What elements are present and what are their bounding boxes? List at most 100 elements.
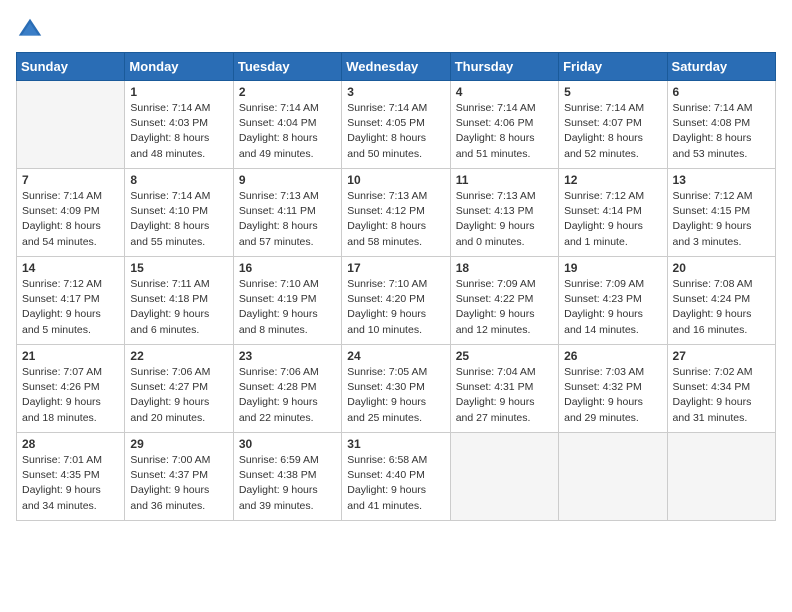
day-info-line: Sunset: 4:04 PM <box>239 116 336 131</box>
day-info: Sunrise: 7:10 AMSunset: 4:20 PMDaylight:… <box>347 277 444 338</box>
day-info-line: Sunrise: 7:10 AM <box>239 277 336 292</box>
day-info-line: Sunrise: 7:06 AM <box>130 365 227 380</box>
day-info-line: Sunset: 4:35 PM <box>22 468 119 483</box>
week-row-5: 28Sunrise: 7:01 AMSunset: 4:35 PMDayligh… <box>17 433 776 521</box>
day-info-line: Sunset: 4:18 PM <box>130 292 227 307</box>
day-info-line: Sunset: 4:22 PM <box>456 292 553 307</box>
day-info-line: Daylight: 8 hours <box>456 131 553 146</box>
day-info-line: and 41 minutes. <box>347 499 444 514</box>
day-info: Sunrise: 7:12 AMSunset: 4:14 PMDaylight:… <box>564 189 661 250</box>
day-info: Sunrise: 7:02 AMSunset: 4:34 PMDaylight:… <box>673 365 770 426</box>
day-info-line: Sunrise: 7:13 AM <box>456 189 553 204</box>
day-info-line: Daylight: 9 hours <box>673 307 770 322</box>
day-info: Sunrise: 7:11 AMSunset: 4:18 PMDaylight:… <box>130 277 227 338</box>
day-info-line: Sunrise: 7:13 AM <box>347 189 444 204</box>
day-info-line: Sunset: 4:03 PM <box>130 116 227 131</box>
logo-icon <box>16 16 44 44</box>
day-info-line: Sunrise: 7:14 AM <box>564 101 661 116</box>
day-cell: 17 Sunrise: 7:10 AMSunset: 4:20 PMDayligh… <box>342 257 450 345</box>
day-cell: 27Sunrise: 7:02 AMSunset: 4:34 PMDayligh… <box>667 345 775 433</box>
day-info-line: and 8 minutes. <box>239 323 336 338</box>
day-info-line: Daylight: 9 hours <box>22 307 119 322</box>
day-number: 2 <box>239 85 336 99</box>
day-number: 25 <box>456 349 553 363</box>
day-info-line: Sunset: 4:06 PM <box>456 116 553 131</box>
day-info-line: Sunrise: 7:00 AM <box>130 453 227 468</box>
day-cell: 28Sunrise: 7:01 AMSunset: 4:35 PMDayligh… <box>17 433 125 521</box>
day-info-line: Sunrise: 7:01 AM <box>22 453 119 468</box>
day-cell <box>559 433 667 521</box>
column-header-friday: Friday <box>559 53 667 81</box>
day-info-line: Daylight: 9 hours <box>22 395 119 410</box>
day-info: Sunrise: 7:14 AMSunset: 4:08 PMDaylight:… <box>673 101 770 162</box>
day-info: Sunrise: 7:07 AMSunset: 4:26 PMDaylight:… <box>22 365 119 426</box>
day-info: Sunrise: 7:09 AMSunset: 4:22 PMDaylight:… <box>456 277 553 338</box>
day-cell: 8Sunrise: 7:14 AMSunset: 4:10 PMDaylight… <box>125 169 233 257</box>
day-info-line: Daylight: 9 hours <box>130 395 227 410</box>
day-info-line: Sunset: 4:31 PM <box>456 380 553 395</box>
day-info-line: and 20 minutes. <box>130 411 227 426</box>
day-cell <box>17 81 125 169</box>
day-info-line: Sunrise: 7:12 AM <box>673 189 770 204</box>
day-number: 10 <box>347 173 444 187</box>
day-info-line: and 55 minutes. <box>130 235 227 250</box>
day-number: 31 <box>347 437 444 451</box>
day-info-line: Sunrise: 7:09 AM <box>564 277 661 292</box>
day-number: 21 <box>22 349 119 363</box>
day-info-line: Sunset: 4:30 PM <box>347 380 444 395</box>
day-cell: 31Sunrise: 6:58 AMSunset: 4:40 PMDayligh… <box>342 433 450 521</box>
day-info-line: and 54 minutes. <box>22 235 119 250</box>
day-number: 9 <box>239 173 336 187</box>
day-info-line: and 0 minutes. <box>456 235 553 250</box>
day-cell <box>667 433 775 521</box>
day-number: 7 <box>22 173 119 187</box>
day-info-line: Sunrise: 7:09 AM <box>456 277 553 292</box>
day-info-line: Sunset: 4:12 PM <box>347 204 444 219</box>
day-info-line: Daylight: 9 hours <box>347 395 444 410</box>
day-info-line: Sunrise: 7:06 AM <box>239 365 336 380</box>
day-info-line: Daylight: 8 hours <box>22 219 119 234</box>
day-cell: 23Sunrise: 7:06 AMSunset: 4:28 PMDayligh… <box>233 345 341 433</box>
day-info-line: Daylight: 9 hours <box>673 219 770 234</box>
day-number: 18 <box>456 261 553 275</box>
day-info-line: Sunset: 4:08 PM <box>673 116 770 131</box>
day-info: Sunrise: 6:59 AMSunset: 4:38 PMDaylight:… <box>239 453 336 514</box>
day-cell: 25Sunrise: 7:04 AMSunset: 4:31 PMDayligh… <box>450 345 558 433</box>
day-info-line: Sunrise: 7:10 AM <box>347 277 444 292</box>
day-cell: 20Sunrise: 7:08 AMSunset: 4:24 PMDayligh… <box>667 257 775 345</box>
day-info-line: Sunrise: 6:59 AM <box>239 453 336 468</box>
day-number: 22 <box>130 349 227 363</box>
day-number: 3 <box>347 85 444 99</box>
day-info-line: Daylight: 9 hours <box>22 483 119 498</box>
day-number: 17 <box>347 261 444 275</box>
day-info-line: and 34 minutes. <box>22 499 119 514</box>
day-number: 14 <box>22 261 119 275</box>
day-info-line: Sunset: 4:23 PM <box>564 292 661 307</box>
day-number: 4 <box>456 85 553 99</box>
day-cell: 11Sunrise: 7:13 AMSunset: 4:13 PMDayligh… <box>450 169 558 257</box>
day-info-line: Daylight: 9 hours <box>239 307 336 322</box>
day-info-line: and 31 minutes. <box>673 411 770 426</box>
day-info-line: Sunrise: 7:14 AM <box>130 101 227 116</box>
day-number: 6 <box>673 85 770 99</box>
day-info-line: Daylight: 8 hours <box>239 131 336 146</box>
day-info-line: Sunset: 4:37 PM <box>130 468 227 483</box>
day-info: Sunrise: 7:14 AMSunset: 4:06 PMDaylight:… <box>456 101 553 162</box>
day-info: Sunrise: 7:13 AMSunset: 4:11 PMDaylight:… <box>239 189 336 250</box>
day-info-line: and 36 minutes. <box>130 499 227 514</box>
day-cell: 9 Sunrise: 7:13 AMSunset: 4:11 PMDaylight… <box>233 169 341 257</box>
day-info-line: Sunrise: 7:14 AM <box>673 101 770 116</box>
week-row-4: 21 Sunrise: 7:07 AMSunset: 4:26 PMDayligh… <box>17 345 776 433</box>
day-info-line: Sunset: 4:07 PM <box>564 116 661 131</box>
day-info: Sunrise: 7:05 AMSunset: 4:30 PMDaylight:… <box>347 365 444 426</box>
day-info-line: Daylight: 9 hours <box>564 395 661 410</box>
day-info-line: Daylight: 8 hours <box>673 131 770 146</box>
day-info-line: Daylight: 9 hours <box>239 483 336 498</box>
header-row: SundayMondayTuesdayWednesdayThursdayFrid… <box>17 53 776 81</box>
day-cell: 22Sunrise: 7:06 AMSunset: 4:27 PMDayligh… <box>125 345 233 433</box>
day-info: Sunrise: 7:10 AMSunset: 4:19 PMDaylight:… <box>239 277 336 338</box>
day-info-line: and 10 minutes. <box>347 323 444 338</box>
day-info: Sunrise: 7:14 AMSunset: 4:07 PMDaylight:… <box>564 101 661 162</box>
day-info-line: Daylight: 9 hours <box>456 307 553 322</box>
day-info-line: and 22 minutes. <box>239 411 336 426</box>
